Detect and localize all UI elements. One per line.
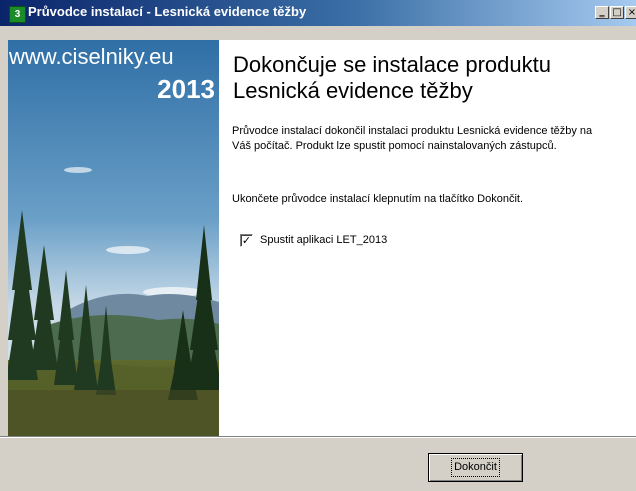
- brand-year: 2013: [157, 74, 215, 104]
- launch-app-checkbox[interactable]: ✓: [240, 234, 253, 247]
- maximize-button[interactable]: □: [610, 6, 624, 19]
- side-image-panel: www.ciselniky.eu 2013: [8, 40, 219, 436]
- title-bar[interactable]: 3 Průvodce instalací - Lesnická evidence…: [0, 0, 636, 26]
- window-title: Průvodce instalací - Lesnická evidence t…: [28, 4, 307, 19]
- page-title: Dokončuje se instalace produktu Lesnická…: [233, 52, 551, 103]
- finish-hint: Ukončete průvodce instalací klepnutím na…: [232, 193, 524, 205]
- completion-description: Průvodce instalací dokončil instalaci pr…: [232, 125, 593, 152]
- close-button[interactable]: ×: [625, 6, 636, 19]
- minimize-button[interactable]: ‗: [595, 6, 609, 19]
- finish-button[interactable]: Dokončit: [428, 453, 523, 482]
- brand-url: www.ciselniky.eu: [9, 44, 174, 69]
- footer-separator: [0, 436, 636, 438]
- content-panel: Dokončuje se instalace produktu Lesnická…: [219, 40, 636, 436]
- launch-app-label[interactable]: Spustit aplikaci LET_2013: [260, 234, 387, 246]
- installer-icon: 3: [9, 6, 26, 23]
- finish-button-label: Dokončit: [451, 458, 500, 477]
